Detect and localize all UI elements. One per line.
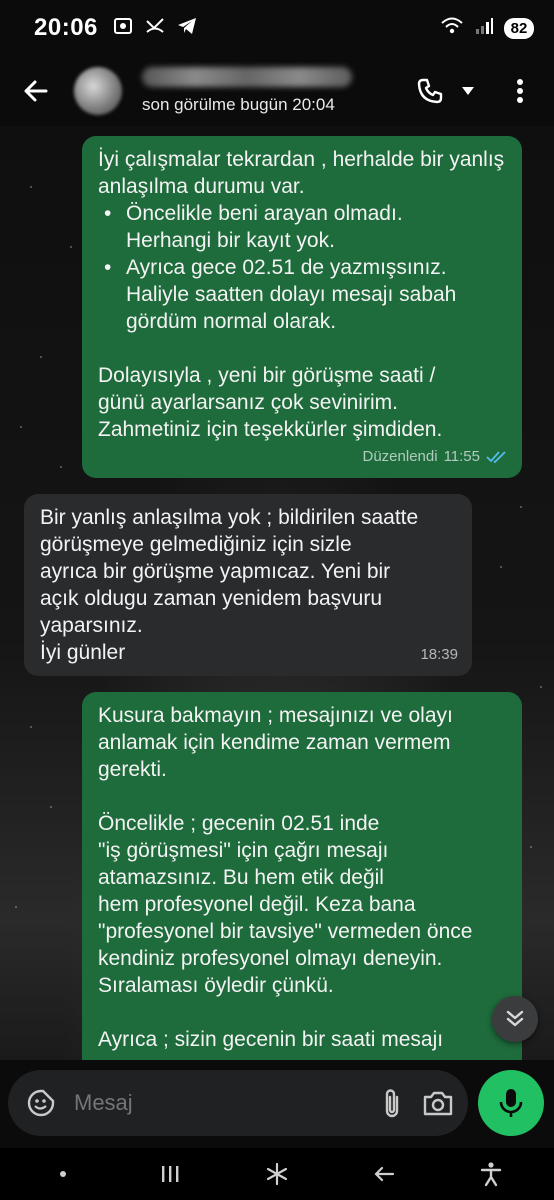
arrow-left-icon	[24, 80, 48, 102]
message-bullet-list: Öncelikle beni arayan olmadı. Herhangi b…	[98, 200, 506, 335]
more-options-button[interactable]	[500, 71, 540, 111]
scroll-to-bottom-button[interactable]	[492, 996, 538, 1042]
nav-dot-button[interactable]	[41, 1152, 85, 1196]
emoji-button[interactable]	[26, 1087, 56, 1119]
paperclip-icon	[385, 1089, 399, 1118]
chat-messages-area[interactable]: İyi çalışmalar tekrardan , herhalde bir …	[0, 126, 554, 1060]
read-receipt-icon	[486, 450, 506, 463]
camera-icon	[423, 1091, 453, 1116]
recent-apps-button[interactable]	[148, 1152, 192, 1196]
accessibility-icon	[480, 1162, 501, 1187]
message-text: Kusura bakmayın ; mesajınızı ve olayı an…	[98, 704, 453, 781]
system-nav-bar	[0, 1148, 554, 1200]
more-vert-icon	[517, 79, 523, 103]
edited-label: Düzenlendi	[362, 448, 438, 465]
double-chevron-down-icon	[506, 1010, 524, 1027]
accessibility-button[interactable]	[469, 1152, 513, 1196]
outgoing-message[interactable]: Kusura bakmayın ; mesajınızı ve olayı an…	[82, 692, 522, 1060]
contact-name-redacted	[142, 67, 352, 87]
voice-call-button[interactable]	[410, 71, 450, 111]
message-text: Ayrıca ; sizin gecenin bir saati mesajı	[98, 1028, 444, 1051]
microphone-icon	[499, 1089, 523, 1117]
home-asterisk-icon	[266, 1162, 288, 1186]
message-input[interactable]	[74, 1090, 362, 1116]
message-bullet: Ayrıca gece 02.51 de yazmışsınız. Haliyl…	[98, 254, 506, 335]
message-text: Öncelikle ; gecenin 02.51 inde "iş görüş…	[98, 812, 473, 997]
message-meta: Düzenlendi 11:55	[363, 443, 509, 470]
incoming-message[interactable]: Bir yanlış anlaşılma yok ; bildirilen sa…	[24, 494, 472, 676]
home-button[interactable]	[255, 1152, 299, 1196]
contact-avatar[interactable]	[74, 67, 122, 115]
dot-icon	[60, 1171, 67, 1177]
message-text: Dolayısıyla , yeni bir görüşme saati / g…	[98, 364, 443, 441]
back-button[interactable]	[16, 71, 56, 111]
message-meta: 18:39	[420, 641, 458, 668]
attach-button[interactable]	[376, 1083, 408, 1123]
call-options-button[interactable]	[456, 71, 480, 111]
outgoing-message[interactable]: İyi çalışmalar tekrardan , herhalde bir …	[82, 136, 522, 478]
back-arrow-icon	[374, 1166, 394, 1182]
message-time: 11:55	[443, 448, 480, 465]
wifi-icon	[440, 16, 464, 41]
status-bar: 20:06 82	[0, 0, 554, 56]
message-composer	[8, 1070, 468, 1136]
dropdown-icon	[462, 87, 474, 95]
sticker-icon	[27, 1089, 55, 1117]
message-time: 18:39	[420, 646, 458, 663]
message-bullet: Öncelikle beni arayan olmadı. Herhangi b…	[98, 200, 506, 254]
status-time: 20:06	[34, 14, 98, 41]
battery-indicator: 82	[504, 17, 534, 39]
signal-icon	[474, 16, 494, 41]
message-text: Bir yanlış anlaşılma yok ; bildirilen sa…	[40, 506, 419, 664]
recents-icon	[162, 1166, 179, 1182]
back-nav-button[interactable]	[362, 1152, 406, 1196]
camera-button[interactable]	[422, 1083, 454, 1123]
phone-icon	[417, 78, 443, 104]
chat-header: son görülme bugün 20:04	[0, 56, 554, 126]
missed-call-icon	[144, 15, 166, 42]
telegram-icon	[176, 15, 198, 42]
last-seen-status: son görülme bugün 20:04	[142, 95, 335, 114]
screenshot-icon	[112, 15, 134, 42]
voice-message-button[interactable]	[478, 1070, 544, 1136]
message-text: İyi çalışmalar tekrardan , herhalde bir …	[98, 148, 505, 198]
contact-info[interactable]: son görülme bugün 20:04	[142, 67, 352, 115]
